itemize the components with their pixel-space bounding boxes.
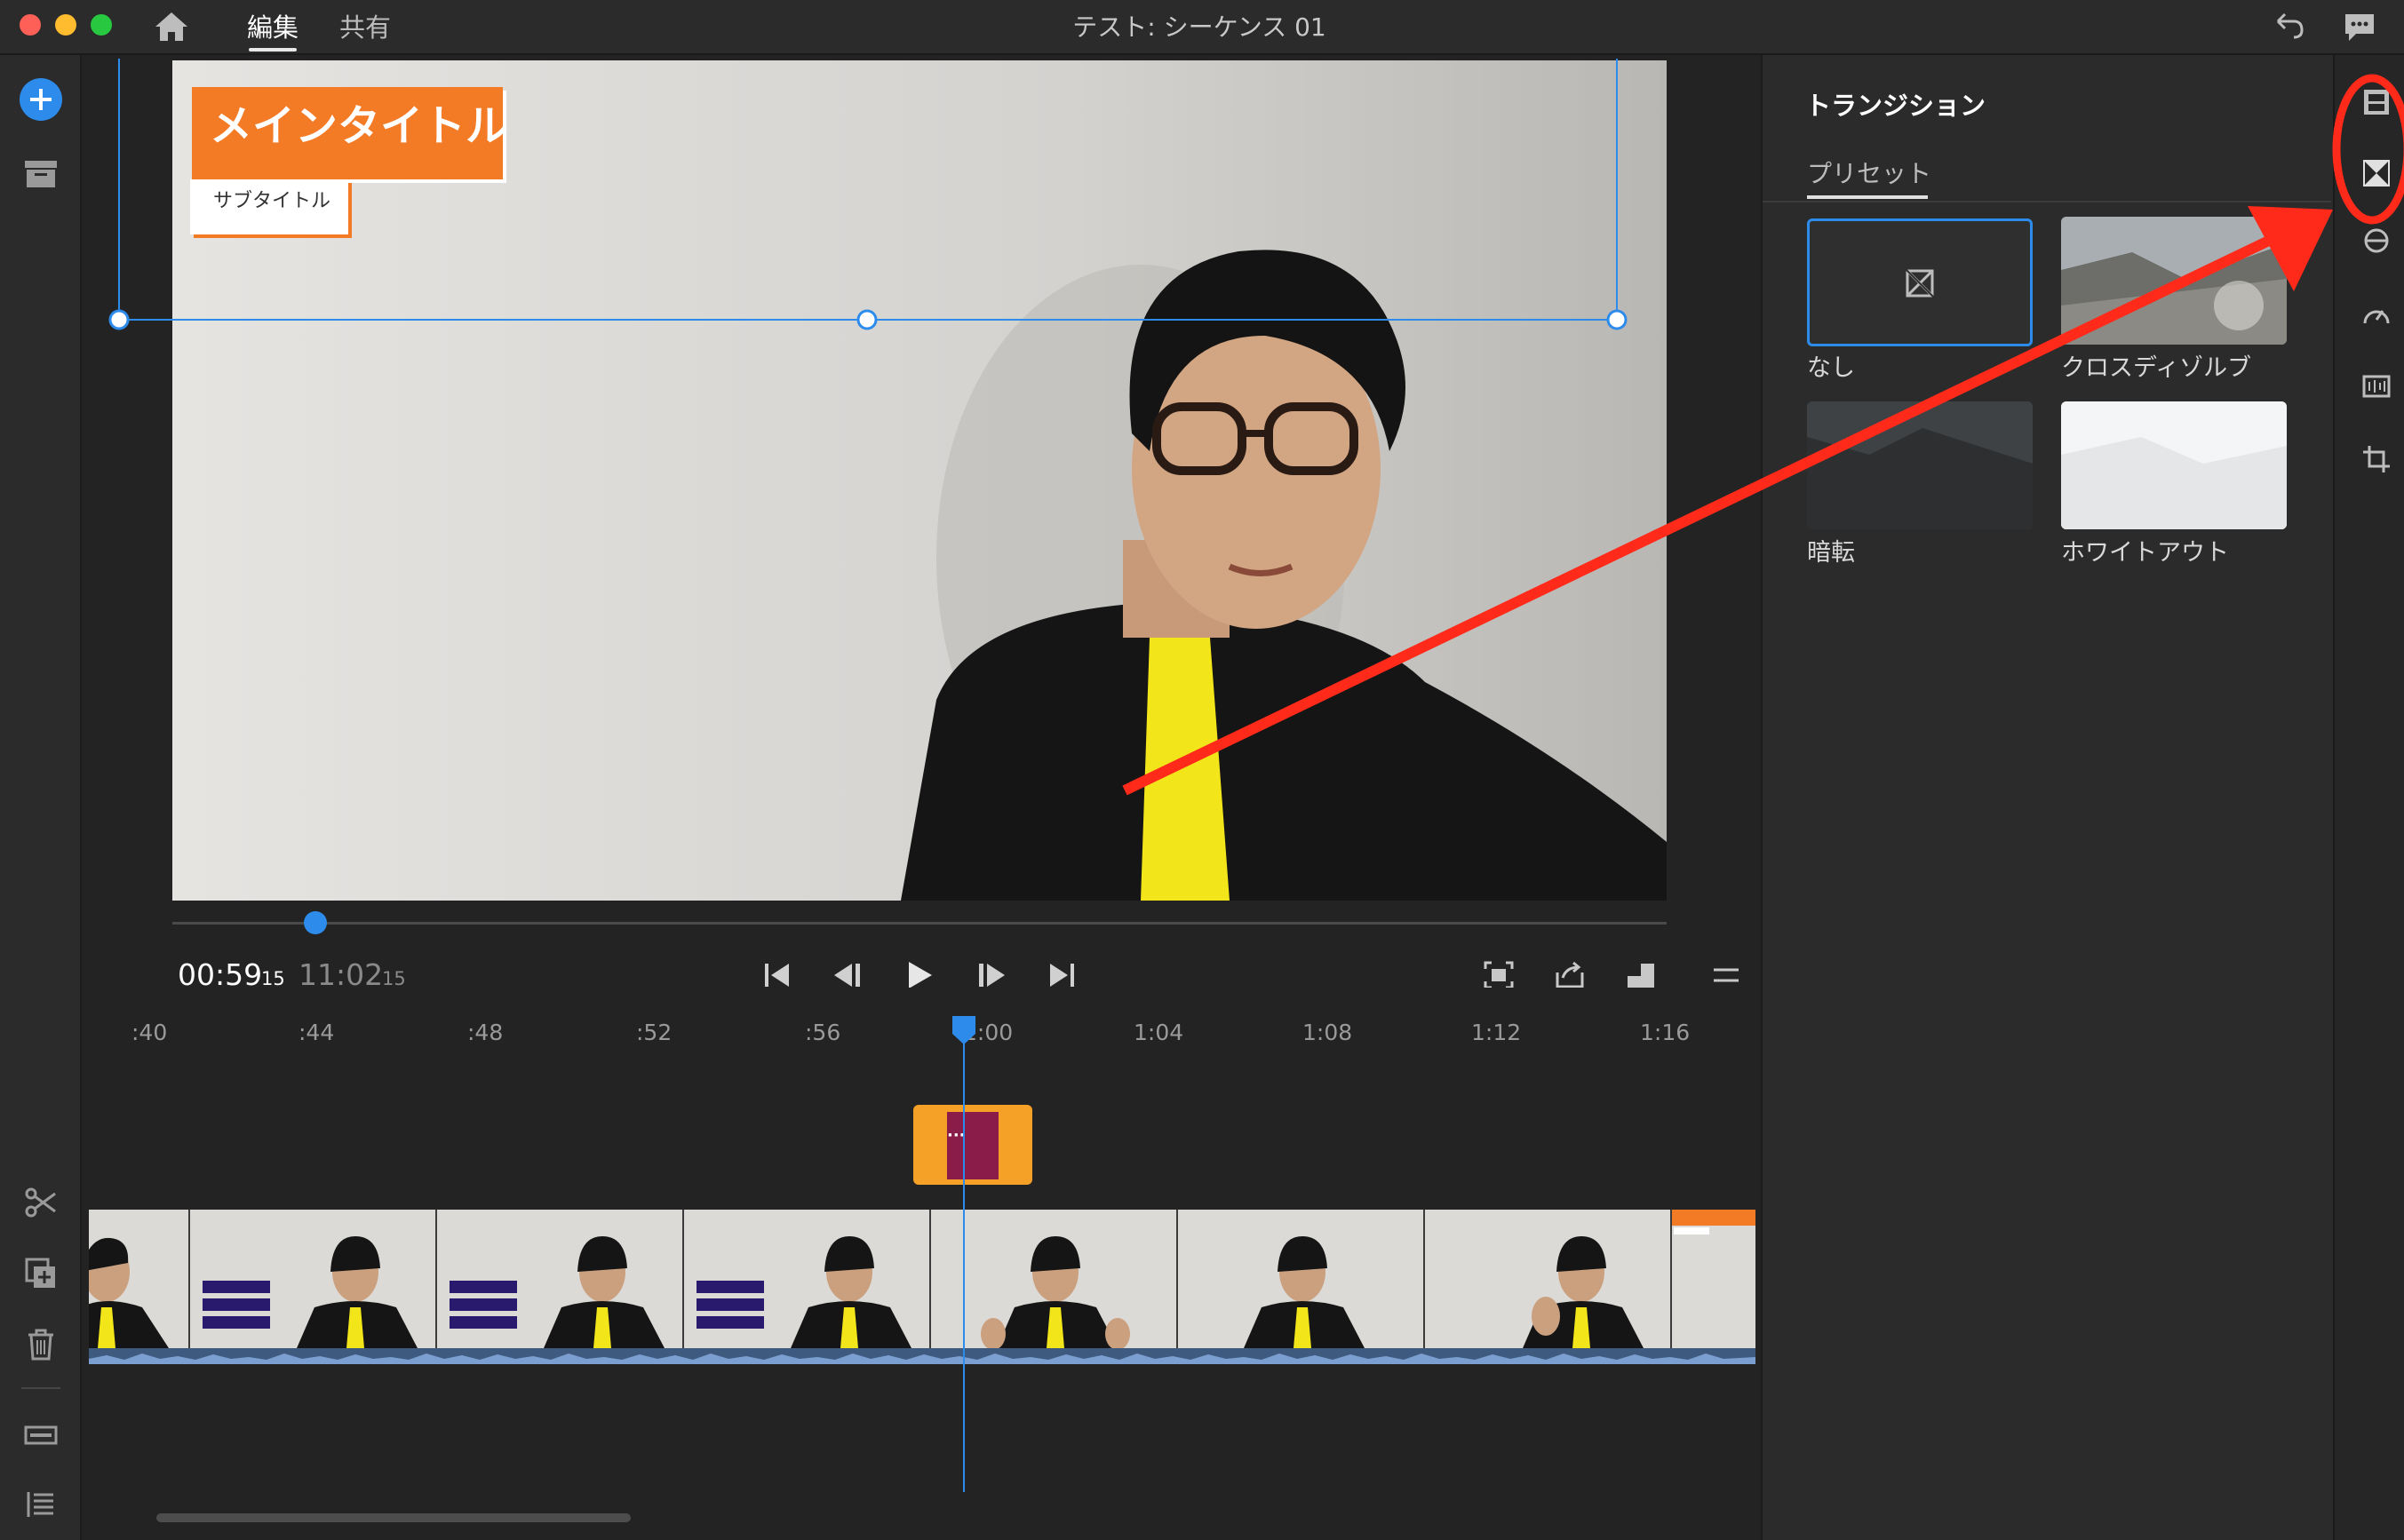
play-icon — [909, 962, 932, 988]
audio-waveform[interactable] — [89, 1348, 1755, 1364]
active-tab-indicator — [1807, 195, 1928, 199]
ruler-label: :52 — [636, 1020, 673, 1045]
ruler-label: 1:08 — [1302, 1020, 1353, 1045]
current-time-frames: 15 — [261, 968, 285, 989]
step-back-icon — [834, 964, 860, 987]
ruler-label: 1:16 — [1640, 1020, 1691, 1045]
preset-cross-dissolve-label: クロスディゾルブ — [2061, 354, 2252, 382]
filmstrip-icon[interactable] — [2356, 82, 2397, 123]
preset-fade-to-black-tile[interactable] — [1807, 401, 2033, 529]
step-forward-icon — [979, 964, 1005, 987]
export-frame-icon — [1556, 961, 1584, 988]
color-icon[interactable] — [2356, 220, 2397, 261]
preset-white-out-label: ホワイトアウト — [2061, 539, 2229, 567]
preset-fade-to-black-label: 暗転 — [1807, 539, 1855, 567]
resize-handle-right[interactable] — [1606, 309, 1628, 330]
title-clip-thumbnail — [947, 1112, 999, 1179]
total-duration-frames: 15 — [382, 968, 406, 989]
ruler-label: 1:12 — [1471, 1020, 1522, 1045]
ruler-label: :44 — [299, 1020, 335, 1045]
crop-icon[interactable] — [2356, 439, 2397, 480]
cross-dissolve-thumbnail — [2061, 217, 2287, 345]
panel-divider — [1763, 201, 2331, 202]
resize-handle-center[interactable] — [856, 309, 878, 330]
ruler-label: :48 — [467, 1020, 504, 1045]
playhead-line — [963, 1021, 965, 1492]
scrubber-handle[interactable] — [304, 911, 327, 934]
clip-thumbnail — [89, 1210, 190, 1348]
fade-to-black-thumbnail — [1807, 401, 2033, 529]
preset-none-label: なし — [1807, 354, 1855, 382]
clip-thumbnail — [1672, 1210, 1755, 1348]
clip-thumbnail — [437, 1210, 684, 1348]
clip-thumbnail — [684, 1210, 931, 1348]
clip-thumbnail — [1178, 1210, 1425, 1348]
no-transition-icon — [1901, 265, 1938, 302]
white-out-thumbnail — [2061, 401, 2287, 529]
panel-title: トランジション — [1805, 91, 1986, 121]
resize-handle-left[interactable] — [108, 309, 130, 330]
clip-thumbnail — [190, 1210, 437, 1348]
effects-icon-rail — [2333, 55, 2404, 1540]
preset-none-tile[interactable] — [1807, 218, 2033, 346]
audio-icon[interactable] — [2356, 366, 2397, 407]
ruler-label: :40 — [131, 1020, 168, 1045]
playhead-handle[interactable] — [951, 1014, 977, 1046]
clip-thumbnail — [1425, 1210, 1672, 1348]
quality-icon — [1628, 964, 1654, 988]
fit-frame-icon — [1484, 961, 1514, 989]
speed-icon[interactable] — [2356, 295, 2397, 336]
preset-cross-dissolve-tile[interactable] — [2061, 217, 2287, 345]
clip-thumbnail — [931, 1210, 1178, 1348]
preset-white-out-tile[interactable] — [2061, 401, 2287, 529]
timeline-scrollbar[interactable] — [156, 1513, 631, 1522]
hamburger-icon — [1714, 968, 1739, 982]
skip-start-icon — [765, 964, 789, 987]
ruler-label: :56 — [805, 1020, 841, 1045]
transition-icon[interactable] — [2356, 153, 2397, 194]
video-track[interactable] — [89, 1210, 1755, 1348]
tab-presets[interactable]: プリセット — [1807, 155, 1931, 190]
ruler-label: 1:04 — [1134, 1020, 1184, 1045]
skip-end-icon — [1050, 964, 1074, 987]
scrubber-track[interactable] — [172, 922, 1667, 925]
